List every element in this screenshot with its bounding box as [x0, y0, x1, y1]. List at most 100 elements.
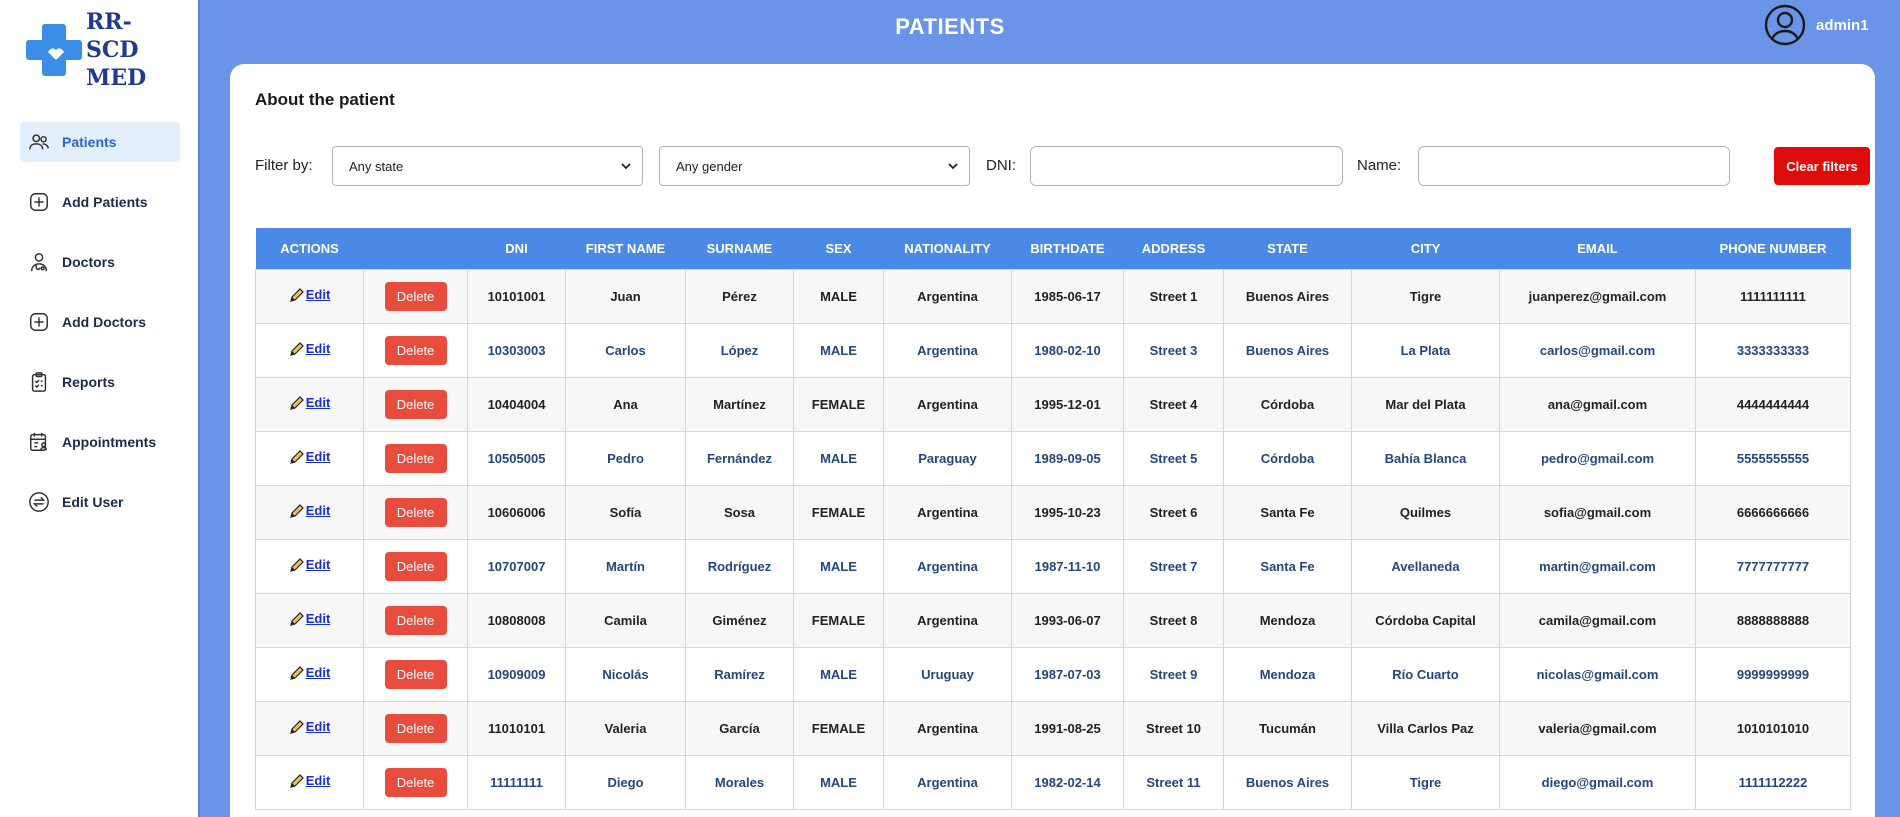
- cell-city: Quilmes: [1351, 484, 1500, 540]
- delete-cell: Delete: [363, 700, 468, 756]
- edit-label: Edit: [305, 395, 331, 410]
- cell-email: sofia@gmail.com: [1499, 484, 1696, 540]
- gender-select[interactable]: Any gender: [659, 146, 970, 186]
- sidebar-item-label: Add Doctors: [62, 314, 146, 330]
- patients-icon: [28, 131, 50, 153]
- column-header[interactable]: CITY: [1351, 228, 1500, 269]
- cell-surname: Giménez: [685, 592, 794, 648]
- sidebar-item-add-patients[interactable]: Add Patients: [20, 182, 180, 222]
- sidebar-item-appointments[interactable]: Appointments: [20, 422, 180, 462]
- column-header[interactable]: PHONE NUMBER: [1695, 228, 1851, 269]
- delete-cell: Delete: [363, 268, 468, 324]
- cell-state: Buenos Aires: [1223, 268, 1352, 324]
- sidebar-item-reports[interactable]: Reports: [20, 362, 180, 402]
- cell-surname: García: [685, 700, 794, 756]
- state-select[interactable]: Any state: [332, 146, 643, 186]
- name-input[interactable]: [1418, 146, 1730, 186]
- brand-name: RR- SCD MED: [86, 8, 146, 92]
- cell-email: camila@gmail.com: [1499, 592, 1696, 648]
- edit-link[interactable]: Edit: [289, 341, 330, 357]
- pencil-icon: [289, 611, 304, 626]
- pencil-icon: [289, 341, 304, 356]
- column-header[interactable]: SEX: [793, 228, 884, 269]
- edit-label: Edit: [305, 773, 331, 788]
- sidebar-item-edit-user[interactable]: Edit User: [20, 482, 180, 522]
- cell-city: Bahía Blanca: [1351, 430, 1500, 486]
- cell-city: Tigre: [1351, 754, 1500, 810]
- cell-city: Mar del Plata: [1351, 376, 1500, 432]
- delete-cell: Delete: [363, 484, 468, 540]
- cell-birthdate: 1995-12-01: [1011, 376, 1124, 432]
- edit-link[interactable]: Edit: [289, 719, 330, 735]
- delete-button[interactable]: Delete: [384, 389, 447, 419]
- edit-link[interactable]: Edit: [289, 503, 330, 519]
- delete-button[interactable]: Delete: [384, 335, 447, 365]
- delete-button[interactable]: Delete: [384, 443, 447, 473]
- delete-button[interactable]: Delete: [384, 605, 447, 635]
- edit-link[interactable]: Edit: [289, 395, 331, 411]
- patients-card: About the patient Filter by: Any state A…: [230, 64, 1875, 817]
- delete-button[interactable]: Delete: [384, 659, 447, 689]
- column-header: [363, 228, 468, 269]
- cell-phone: 6666666666: [1695, 484, 1851, 540]
- cell-surname: López: [685, 322, 794, 378]
- delete-cell: Delete: [363, 538, 468, 594]
- cell-address: Street 8: [1123, 592, 1224, 648]
- edit-label: Edit: [305, 449, 331, 464]
- column-header[interactable]: DNI: [467, 228, 566, 269]
- cell-email: diego@gmail.com: [1499, 754, 1696, 810]
- cell-address: Street 6: [1123, 484, 1224, 540]
- cell-phone: 7777777777: [1695, 538, 1851, 594]
- cell-state: Tucumán: [1223, 700, 1352, 756]
- edit-link[interactable]: Edit: [289, 287, 330, 303]
- cell-surname: Sosa: [685, 484, 794, 540]
- column-header[interactable]: ADDRESS: [1123, 228, 1224, 269]
- delete-button[interactable]: Delete: [384, 497, 447, 527]
- sidebar-item-label: Reports: [62, 374, 115, 390]
- column-header[interactable]: NATIONALITY: [883, 228, 1012, 269]
- table-body: Edit Delete 10101001 Juan Pérez MALE Arg…: [255, 268, 1851, 810]
- clear-filters-button[interactable]: Clear filters: [1774, 147, 1870, 185]
- column-header[interactable]: BIRTHDATE: [1011, 228, 1124, 269]
- delete-button[interactable]: Delete: [384, 767, 447, 797]
- cell-address: Street 10: [1123, 700, 1224, 756]
- delete-button[interactable]: Delete: [384, 281, 447, 311]
- chevron-down-icon: [621, 163, 631, 170]
- cell-dni: 11010101: [467, 700, 566, 756]
- sidebar-item-add-doctors[interactable]: Add Doctors: [20, 302, 180, 342]
- delete-button[interactable]: Delete: [384, 713, 447, 743]
- cell-email: ana@gmail.com: [1499, 376, 1696, 432]
- brand-logo[interactable]: RR- SCD MED: [26, 8, 186, 93]
- sidebar-item-patients[interactable]: Patients: [20, 122, 180, 162]
- cell-city: La Plata: [1351, 322, 1500, 378]
- edit-link[interactable]: Edit: [289, 611, 330, 627]
- cell-birthdate: 1982-02-14: [1011, 754, 1124, 810]
- edit-link[interactable]: Edit: [289, 665, 330, 681]
- cell-phone: 1111111111: [1695, 268, 1851, 324]
- cell-email: pedro@gmail.com: [1499, 430, 1696, 486]
- cell-dni: 11111111: [467, 754, 566, 810]
- delete-cell: Delete: [363, 646, 468, 702]
- column-header[interactable]: STATE: [1223, 228, 1352, 269]
- table-row: Edit Delete 10707007 Martín Rodríguez MA…: [255, 538, 1851, 594]
- delete-button[interactable]: Delete: [384, 551, 447, 581]
- cell-dni: 10808008: [467, 592, 566, 648]
- column-header[interactable]: FIRST NAME: [565, 228, 686, 269]
- edit-link[interactable]: Edit: [289, 773, 331, 789]
- cell-birthdate: 1995-10-23: [1011, 484, 1124, 540]
- column-header[interactable]: SURNAME: [685, 228, 794, 269]
- sidebar-item-doctors[interactable]: Doctors: [20, 242, 180, 282]
- edit-link[interactable]: Edit: [289, 557, 330, 573]
- edit-cell: Edit: [255, 376, 364, 432]
- username: admin1: [1816, 16, 1869, 34]
- edit-link[interactable]: Edit: [289, 449, 331, 465]
- column-header[interactable]: EMAIL: [1499, 228, 1696, 269]
- brand-line-3: MED: [86, 65, 147, 91]
- user-menu[interactable]: admin1: [1764, 4, 1869, 46]
- cell-surname: Fernández: [685, 430, 794, 486]
- dni-input[interactable]: [1030, 146, 1343, 186]
- cell-birthdate: 1991-08-25: [1011, 700, 1124, 756]
- cell-phone: 3333333333: [1695, 322, 1851, 378]
- cell-state: Buenos Aires: [1223, 322, 1352, 378]
- cell-first-name: Carlos: [565, 322, 686, 378]
